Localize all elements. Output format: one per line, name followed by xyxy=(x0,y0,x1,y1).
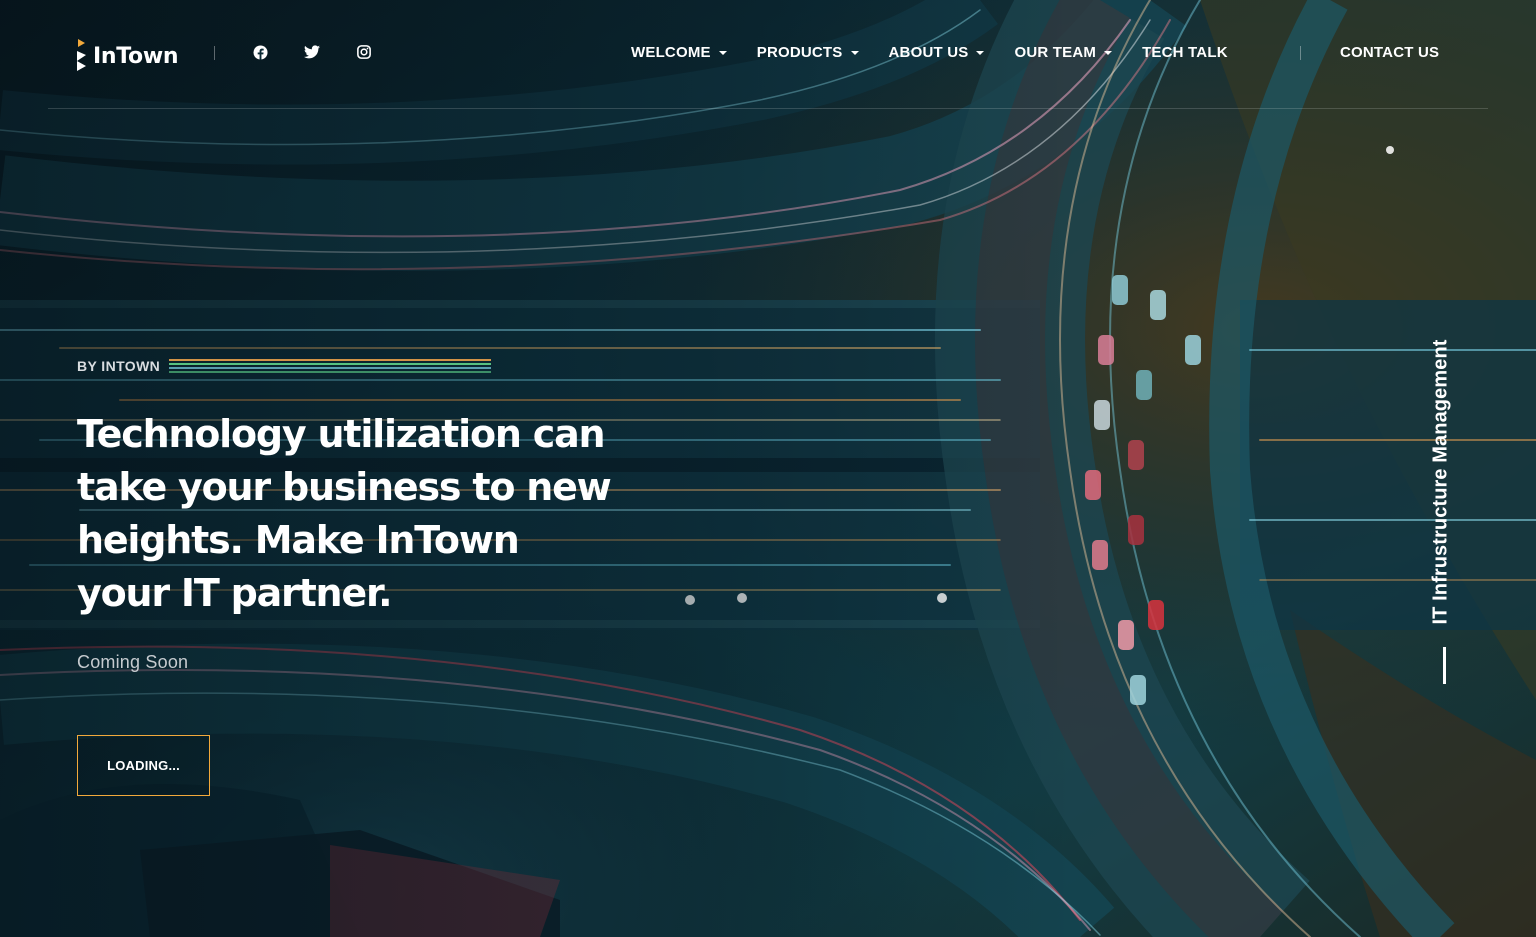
facebook-icon xyxy=(252,44,268,60)
hero-headline: Technology utilization can take your bus… xyxy=(77,412,612,615)
loading-button[interactable]: LOADING... xyxy=(77,735,210,796)
nav-item-label: TECH TALK xyxy=(1142,43,1228,61)
byline-line xyxy=(169,363,492,365)
chevron-down-icon xyxy=(976,50,985,55)
byline-text: BY INTOWN xyxy=(77,358,161,374)
instagram-icon xyxy=(357,45,371,59)
nav-item-tech-talk[interactable]: TECH TALK xyxy=(1142,44,1228,61)
byline-line xyxy=(169,359,492,361)
nav-item-our-team[interactable]: OUR TEAM xyxy=(1014,43,1113,61)
hero-byline: BY INTOWN xyxy=(77,358,492,374)
chevron-down-icon xyxy=(850,50,859,55)
logo-mark-icon xyxy=(77,39,86,71)
instagram-link[interactable] xyxy=(354,42,374,62)
nav-item-label: OUR TEAM xyxy=(1014,43,1097,61)
contact-us-label: CONTACT US xyxy=(1340,43,1440,61)
byline-line xyxy=(169,367,492,369)
nav-item-welcome[interactable]: WELCOME xyxy=(631,44,727,61)
side-label: IT Infrustructure Management xyxy=(1429,339,1452,625)
byline-decoration xyxy=(169,359,492,373)
nav-item-label: WELCOME xyxy=(631,43,711,61)
nav-item-label: ABOUT US xyxy=(888,43,969,61)
logo-text: InTown xyxy=(93,43,179,69)
contact-us-link[interactable]: CONTACT US xyxy=(1340,42,1439,62)
site-header: InTown WELCOME PRODUCTS ABOUT US OUR TEA… xyxy=(48,0,1488,109)
chevron-down-icon xyxy=(1104,50,1113,55)
byline-line xyxy=(169,371,492,373)
header-divider xyxy=(214,46,215,60)
twitter-icon xyxy=(304,45,320,59)
side-label-line xyxy=(1443,647,1446,684)
main-nav: WELCOME PRODUCTS ABOUT US OUR TEAM TECH … xyxy=(631,42,1228,62)
chevron-down-icon xyxy=(718,50,727,55)
nav-item-about-us[interactable]: ABOUT US xyxy=(889,44,985,61)
nav-item-products[interactable]: PRODUCTS xyxy=(757,44,859,61)
page: InTown WELCOME PRODUCTS ABOUT US OUR TEA… xyxy=(0,0,1536,937)
site-logo[interactable]: InTown xyxy=(76,38,179,74)
header-divider xyxy=(1300,46,1301,60)
nav-item-label: PRODUCTS xyxy=(756,43,843,61)
facebook-link[interactable] xyxy=(250,42,270,62)
hero-subtext: Coming Soon xyxy=(77,652,189,672)
social-links xyxy=(250,42,406,62)
twitter-link[interactable] xyxy=(302,42,322,62)
